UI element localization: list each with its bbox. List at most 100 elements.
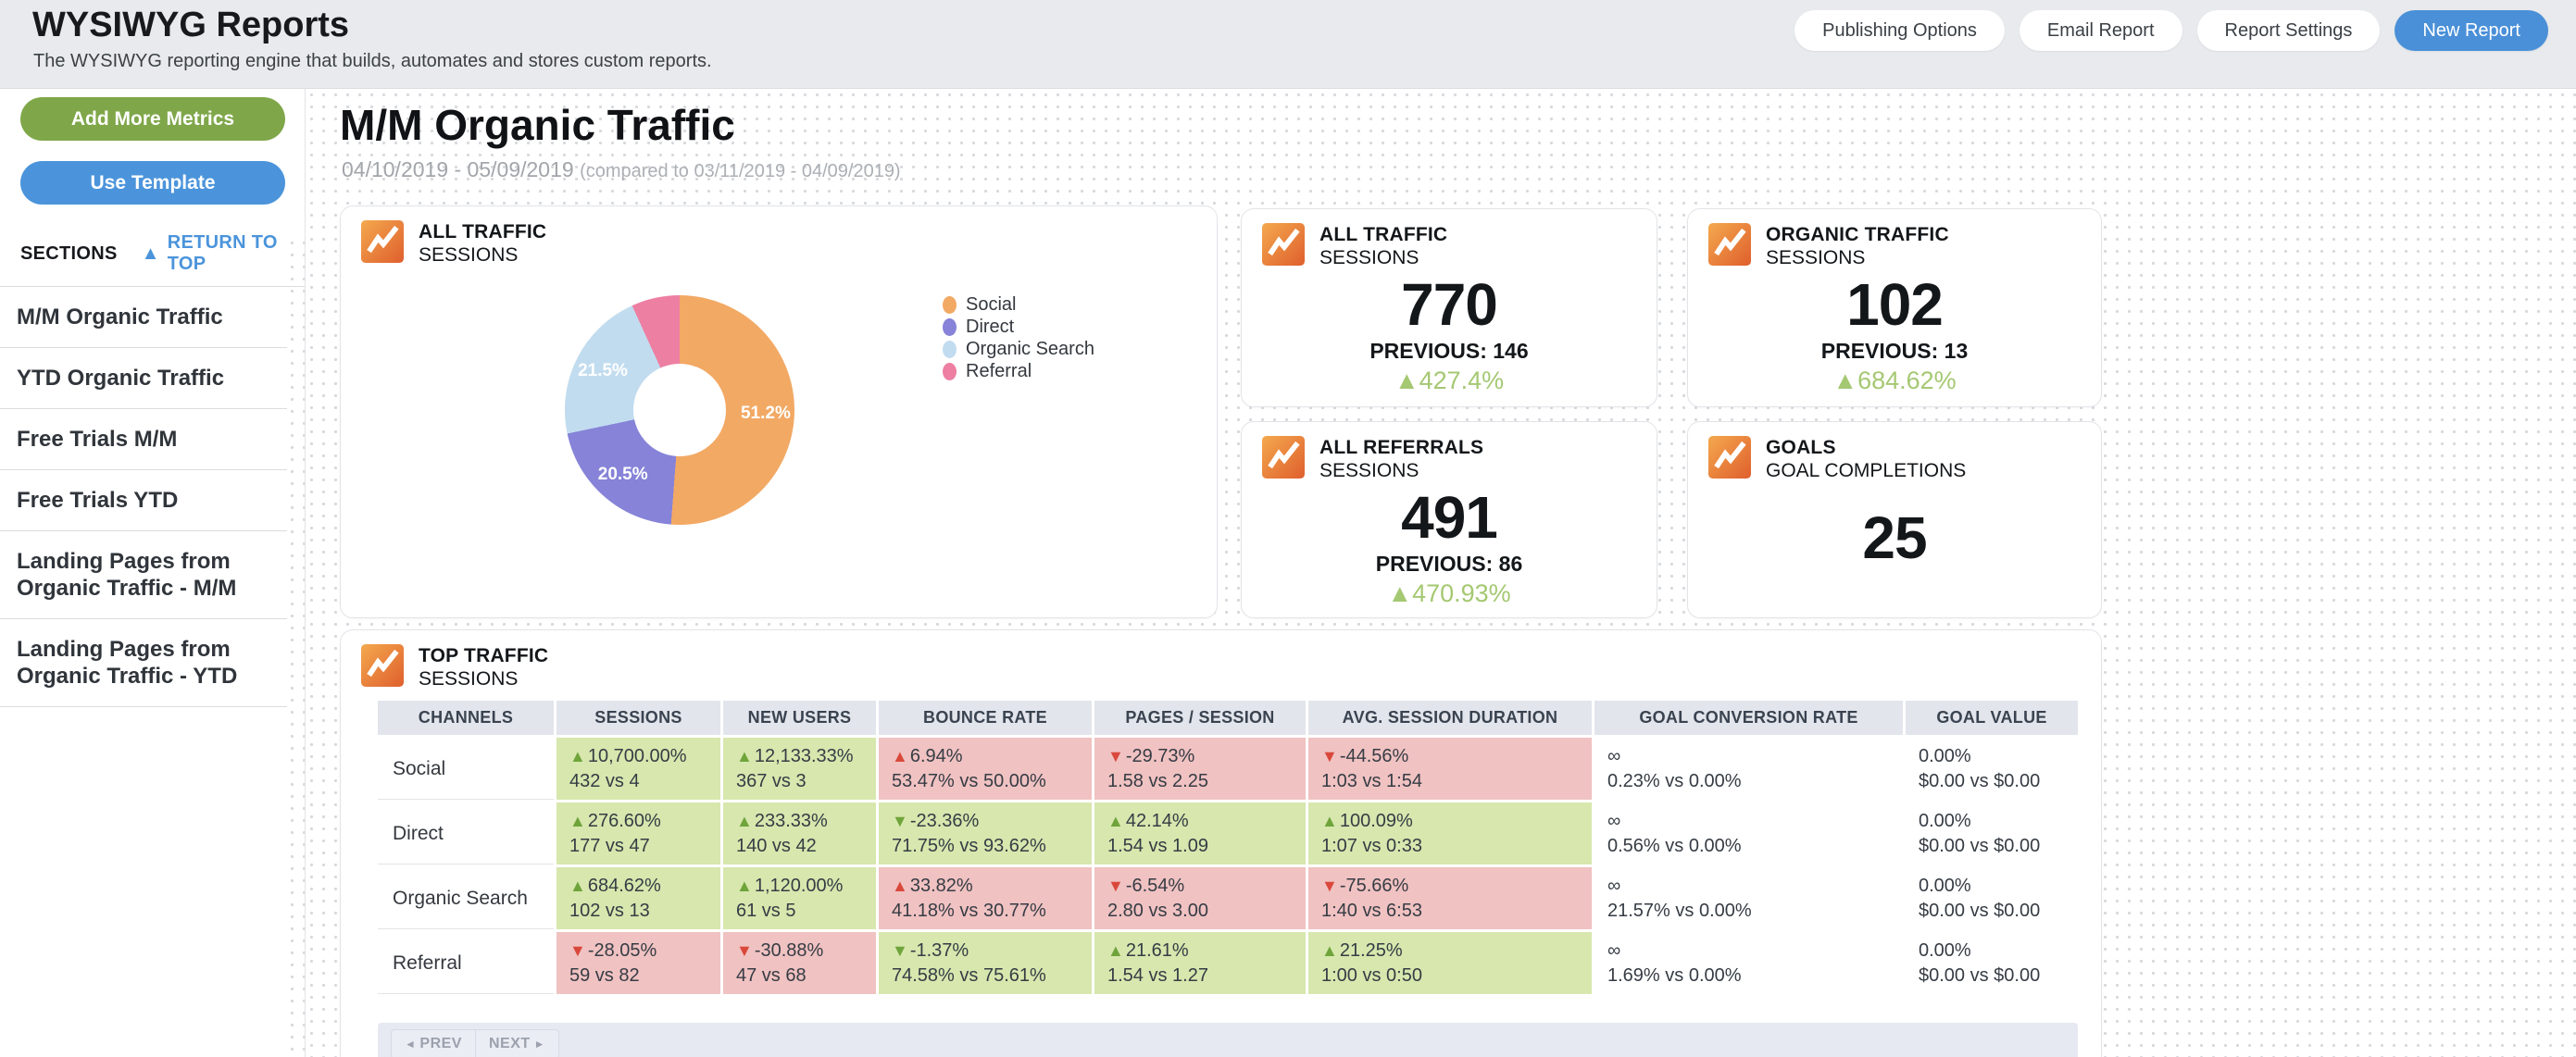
card-title: ALL TRAFFIC — [419, 221, 547, 242]
comparison-values: 1:40 vs 6:53 — [1321, 900, 1422, 921]
comparison-values: 177 vs 47 — [569, 835, 650, 856]
sidebar-item[interactable]: Landing Pages from Organic Traffic - YTD — [0, 619, 287, 707]
up-arrow-icon: ▲ — [736, 876, 753, 895]
table-row: Social ▲ 10,700.00% 432 vs 4 ▲ 12,133.33% 367 … — [378, 738, 2078, 802]
up-arrow-icon: ▲ — [892, 746, 908, 765]
metric-cell: ▼ -23.36% 71.75% vs 93.62% — [879, 802, 1094, 867]
comparison-values: 140 vs 42 — [736, 835, 817, 856]
comparison-values: 59 vs 82 — [569, 964, 640, 986]
publishing-options-button[interactable]: Publishing Options — [1794, 10, 2005, 51]
down-arrow-icon: ▼ — [1321, 876, 1338, 895]
metric-cell: ▲ 684.62% 102 vs 13 — [556, 867, 723, 932]
sidebar-item[interactable]: M/M Organic Traffic — [0, 287, 287, 348]
sidebar-item[interactable]: Landing Pages from Organic Traffic - M/M — [0, 531, 287, 619]
report-settings-button[interactable]: Report Settings — [2196, 10, 2381, 51]
comparison-values: 102 vs 13 — [569, 900, 650, 921]
sidebar-item[interactable]: Free Trials YTD — [0, 470, 287, 531]
goals-completions-card: GOALS GOAL COMPLETIONS 25 — [1687, 421, 2102, 618]
comparison-values: 1.54 vs 1.09 — [1107, 835, 1208, 856]
table-row: Referral ▼ -28.05% 59 vs 82 ▼ -30.88% 47 vs 68… — [378, 932, 2078, 997]
card-subtitle: GOAL COMPLETIONS — [1766, 460, 1967, 481]
add-more-metrics-button[interactable]: Add More Metrics — [20, 97, 285, 141]
delta-percent: 0.00% — [1919, 810, 1971, 831]
comparison-values: 41.18% vs 30.77% — [892, 900, 1046, 921]
table-pagination-bar: ◄ PREV NEXT ► — [378, 1023, 2078, 1057]
table-body: Social ▲ 10,700.00% 432 vs 4 ▲ 12,133.33% 367 … — [378, 738, 2078, 997]
delta-percent: 0.00% — [1919, 875, 1971, 896]
report-date-range: 04/10/2019 - 05/09/2019 (compared to 03/… — [342, 157, 901, 181]
down-arrow-icon: ▼ — [736, 940, 753, 960]
metric-previous: PREVIOUS: 13 — [1820, 339, 1969, 363]
legend-item: Organic Search — [943, 338, 1094, 360]
metric-delta: ▲684.62% — [1832, 367, 1957, 394]
sidebar-dot-strip — [286, 237, 305, 1057]
comparison-values: 74.58% vs 75.61% — [892, 964, 1046, 986]
metric-delta: ▲427.4% — [1394, 367, 1505, 394]
metric-previous: PREVIOUS: 146 — [1369, 339, 1529, 363]
metric-cell: ▼ -6.54% 2.80 vs 3.00 — [1094, 867, 1308, 932]
table-column-header: GOAL CONVERSION RATE — [1594, 701, 1906, 738]
delta-percent: -28.05% — [587, 939, 657, 961]
delta-percent: -1.37% — [909, 939, 969, 961]
all-traffic-sessions-card: ALL TRAFFIC SESSIONS 770 PREVIOUS: 146 ▲4… — [1241, 208, 1657, 407]
analytics-chart-icon — [1708, 436, 1751, 479]
delta-percent: 33.82% — [909, 875, 973, 896]
table-column-header: CHANNELS — [378, 701, 556, 738]
comparison-values: $0.00 vs $0.00 — [1919, 835, 2041, 856]
use-template-button[interactable]: Use Template — [20, 161, 285, 205]
sidebar-item[interactable]: Free Trials M/M — [0, 409, 287, 470]
delta-percent: 6.94% — [909, 745, 963, 766]
card-subtitle: SESSIONS — [419, 244, 519, 266]
comparison-values: 2.80 vs 3.00 — [1107, 900, 1208, 921]
card-title: GOALS — [1766, 437, 1836, 458]
next-page-button[interactable]: NEXT ► — [474, 1029, 560, 1057]
analytics-chart-icon — [1708, 223, 1751, 266]
metric-cell: ▲ 12,133.33% 367 vs 3 — [723, 738, 879, 802]
table-row: Direct ▲ 276.60% 177 vs 47 ▲ 233.33% 140 vs 42… — [378, 802, 2078, 867]
metric-value: 102 — [1846, 271, 1944, 338]
comparison-values: 367 vs 3 — [736, 770, 807, 791]
metric-cell: ▼ -1.37% 74.58% vs 75.61% — [879, 932, 1094, 997]
delta-percent: -75.66% — [1339, 875, 1409, 896]
metric-value: 25 — [1862, 504, 1927, 571]
up-arrow-icon: ▲ — [569, 811, 586, 830]
delta-percent: ∞ — [1607, 745, 1621, 766]
up-arrow-icon: ▲ — [1107, 811, 1124, 830]
prev-page-button[interactable]: ◄ PREV — [391, 1029, 476, 1057]
delta-percent: -44.56% — [1339, 745, 1409, 766]
return-to-top-link[interactable]: ▲ RETURN TO TOP — [142, 232, 305, 275]
top-header-bar: WYSIWYG Reports The WYSIWYG reporting en… — [0, 0, 2576, 89]
card-title: TOP TRAFFIC — [419, 645, 549, 666]
delta-percent: 684.62% — [587, 875, 661, 896]
comparison-values: $0.00 vs $0.00 — [1919, 964, 2041, 986]
metric-cell: ▲ 1,120.00% 61 vs 5 — [723, 867, 879, 932]
email-report-button[interactable]: Email Report — [2019, 10, 2182, 51]
comparison-values: 1.54 vs 1.27 — [1107, 964, 1208, 986]
delta-percent: 100.09% — [1339, 810, 1413, 831]
app-title: WYSIWYG Reports — [32, 6, 350, 44]
down-arrow-icon: ▼ — [569, 940, 586, 960]
comparison-values: $0.00 vs $0.00 — [1919, 900, 2041, 921]
legend-item: Direct — [943, 316, 1094, 338]
comparison-values: 432 vs 4 — [569, 770, 640, 791]
delta-percent: 21.61% — [1125, 939, 1189, 961]
metric-cell: ▼ -44.56% 1:03 vs 1:54 — [1308, 738, 1594, 802]
top-traffic-table-card: TOP TRAFFIC SESSIONS CHANNELS SESSIONS NEW … — [340, 629, 2102, 1057]
sidebar-sections-list: M/M Organic Traffic YTD Organic Traffic Fr… — [0, 286, 305, 707]
legend-bullet-icon — [943, 362, 957, 380]
sidebar-item[interactable]: YTD Organic Traffic — [0, 348, 287, 409]
new-report-button[interactable]: New Report — [2395, 10, 2548, 51]
sidebar: Add More Metrics Use Template SECTIONS ▲… — [0, 89, 306, 1057]
metric-cell: ▲ 33.82% 41.18% vs 30.77% — [879, 867, 1094, 932]
metric-previous: PREVIOUS: 86 — [1375, 552, 1523, 576]
all-referrals-sessions-card: ALL REFERRALS SESSIONS 491 PREVIOUS: 86 ▲… — [1241, 421, 1657, 618]
page-title: M/M Organic Traffic — [340, 101, 735, 149]
app-subtitle: The WYSIWYG reporting engine that builds… — [33, 51, 712, 71]
metric-cell: 0.00% $0.00 vs $0.00 — [1906, 867, 2078, 932]
delta-percent: ∞ — [1607, 875, 1621, 896]
donut-slice-label: 21.5% — [578, 361, 628, 381]
comparison-values: 1.58 vs 2.25 — [1107, 770, 1208, 791]
delta-percent: -29.73% — [1125, 745, 1195, 766]
sessions-donut-chart: 51.2% 20.5% 21.5% — [565, 295, 794, 525]
comparison-values: 0.56% vs 0.00% — [1607, 835, 1742, 856]
